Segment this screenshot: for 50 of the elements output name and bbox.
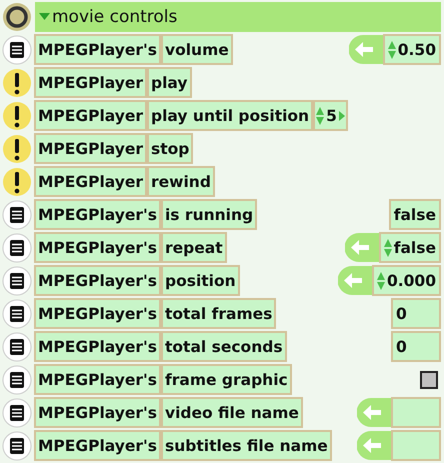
menu-icon[interactable] (2, 332, 32, 362)
object-tile[interactable]: MPEGPlayer's (34, 430, 161, 461)
object-tile[interactable]: MPEGPlayer (34, 67, 148, 98)
command-tile[interactable]: rewind (147, 166, 215, 197)
command-tile[interactable]: stop (147, 133, 194, 164)
circle-icon[interactable] (2, 2, 32, 32)
property-tile[interactable]: is running (160, 199, 258, 230)
object-tile[interactable]: MPEGPlayer's (34, 364, 161, 395)
menu-icon[interactable] (2, 364, 32, 394)
value-field[interactable] (391, 397, 441, 428)
object-tile[interactable]: MPEGPlayer's (34, 298, 161, 329)
object-tile[interactable]: MPEGPlayer's (34, 34, 161, 65)
exclamation-icon[interactable] (2, 100, 32, 130)
graphic-swatch[interactable] (420, 370, 438, 388)
property-tile[interactable]: volume (160, 34, 233, 65)
property-tile[interactable]: video file name (160, 397, 303, 428)
value-field[interactable]: 0.000 (372, 265, 441, 296)
property-tile[interactable]: frame graphic (160, 364, 292, 395)
property-tile[interactable]: subtitles file name (160, 430, 332, 461)
property-tile[interactable]: repeat (160, 232, 227, 263)
object-tile[interactable]: MPEGPlayer (34, 133, 148, 164)
property-tile[interactable]: position (160, 265, 240, 296)
value-field[interactable]: false (378, 232, 441, 263)
value-field[interactable]: 0 (391, 298, 441, 329)
menu-icon[interactable] (2, 430, 32, 460)
command-tile[interactable]: play (147, 67, 192, 98)
value-field[interactable]: false (388, 199, 441, 230)
property-tile[interactable]: total seconds (160, 331, 287, 362)
object-tile[interactable]: MPEGPlayer's (34, 265, 161, 296)
menu-icon[interactable] (2, 200, 32, 230)
exclamation-icon[interactable] (2, 68, 32, 98)
menu-icon[interactable] (2, 266, 32, 296)
menu-icon[interactable] (2, 398, 32, 428)
exclamation-icon[interactable] (2, 134, 32, 164)
menu-icon[interactable] (2, 298, 32, 328)
menu-icon[interactable] (2, 232, 32, 262)
object-tile[interactable]: MPEGPlayer's (34, 397, 161, 428)
object-tile[interactable]: MPEGPlayer's (34, 232, 161, 263)
property-tile[interactable]: total frames (160, 298, 276, 329)
object-tile[interactable]: MPEGPlayer's (34, 331, 161, 362)
value-field[interactable] (391, 430, 441, 461)
object-tile[interactable]: MPEGPlayer's (34, 199, 161, 230)
command-tile[interactable]: play until position (147, 100, 314, 131)
value-field[interactable]: 0 (391, 331, 441, 362)
object-tile[interactable]: MPEGPlayer (34, 100, 148, 131)
value-field[interactable]: 0.50 (382, 34, 441, 65)
exclamation-icon[interactable] (2, 166, 32, 196)
category-title[interactable]: movie controls (52, 6, 178, 26)
object-tile[interactable]: MPEGPlayer (34, 166, 148, 197)
menu-icon[interactable] (2, 34, 32, 64)
